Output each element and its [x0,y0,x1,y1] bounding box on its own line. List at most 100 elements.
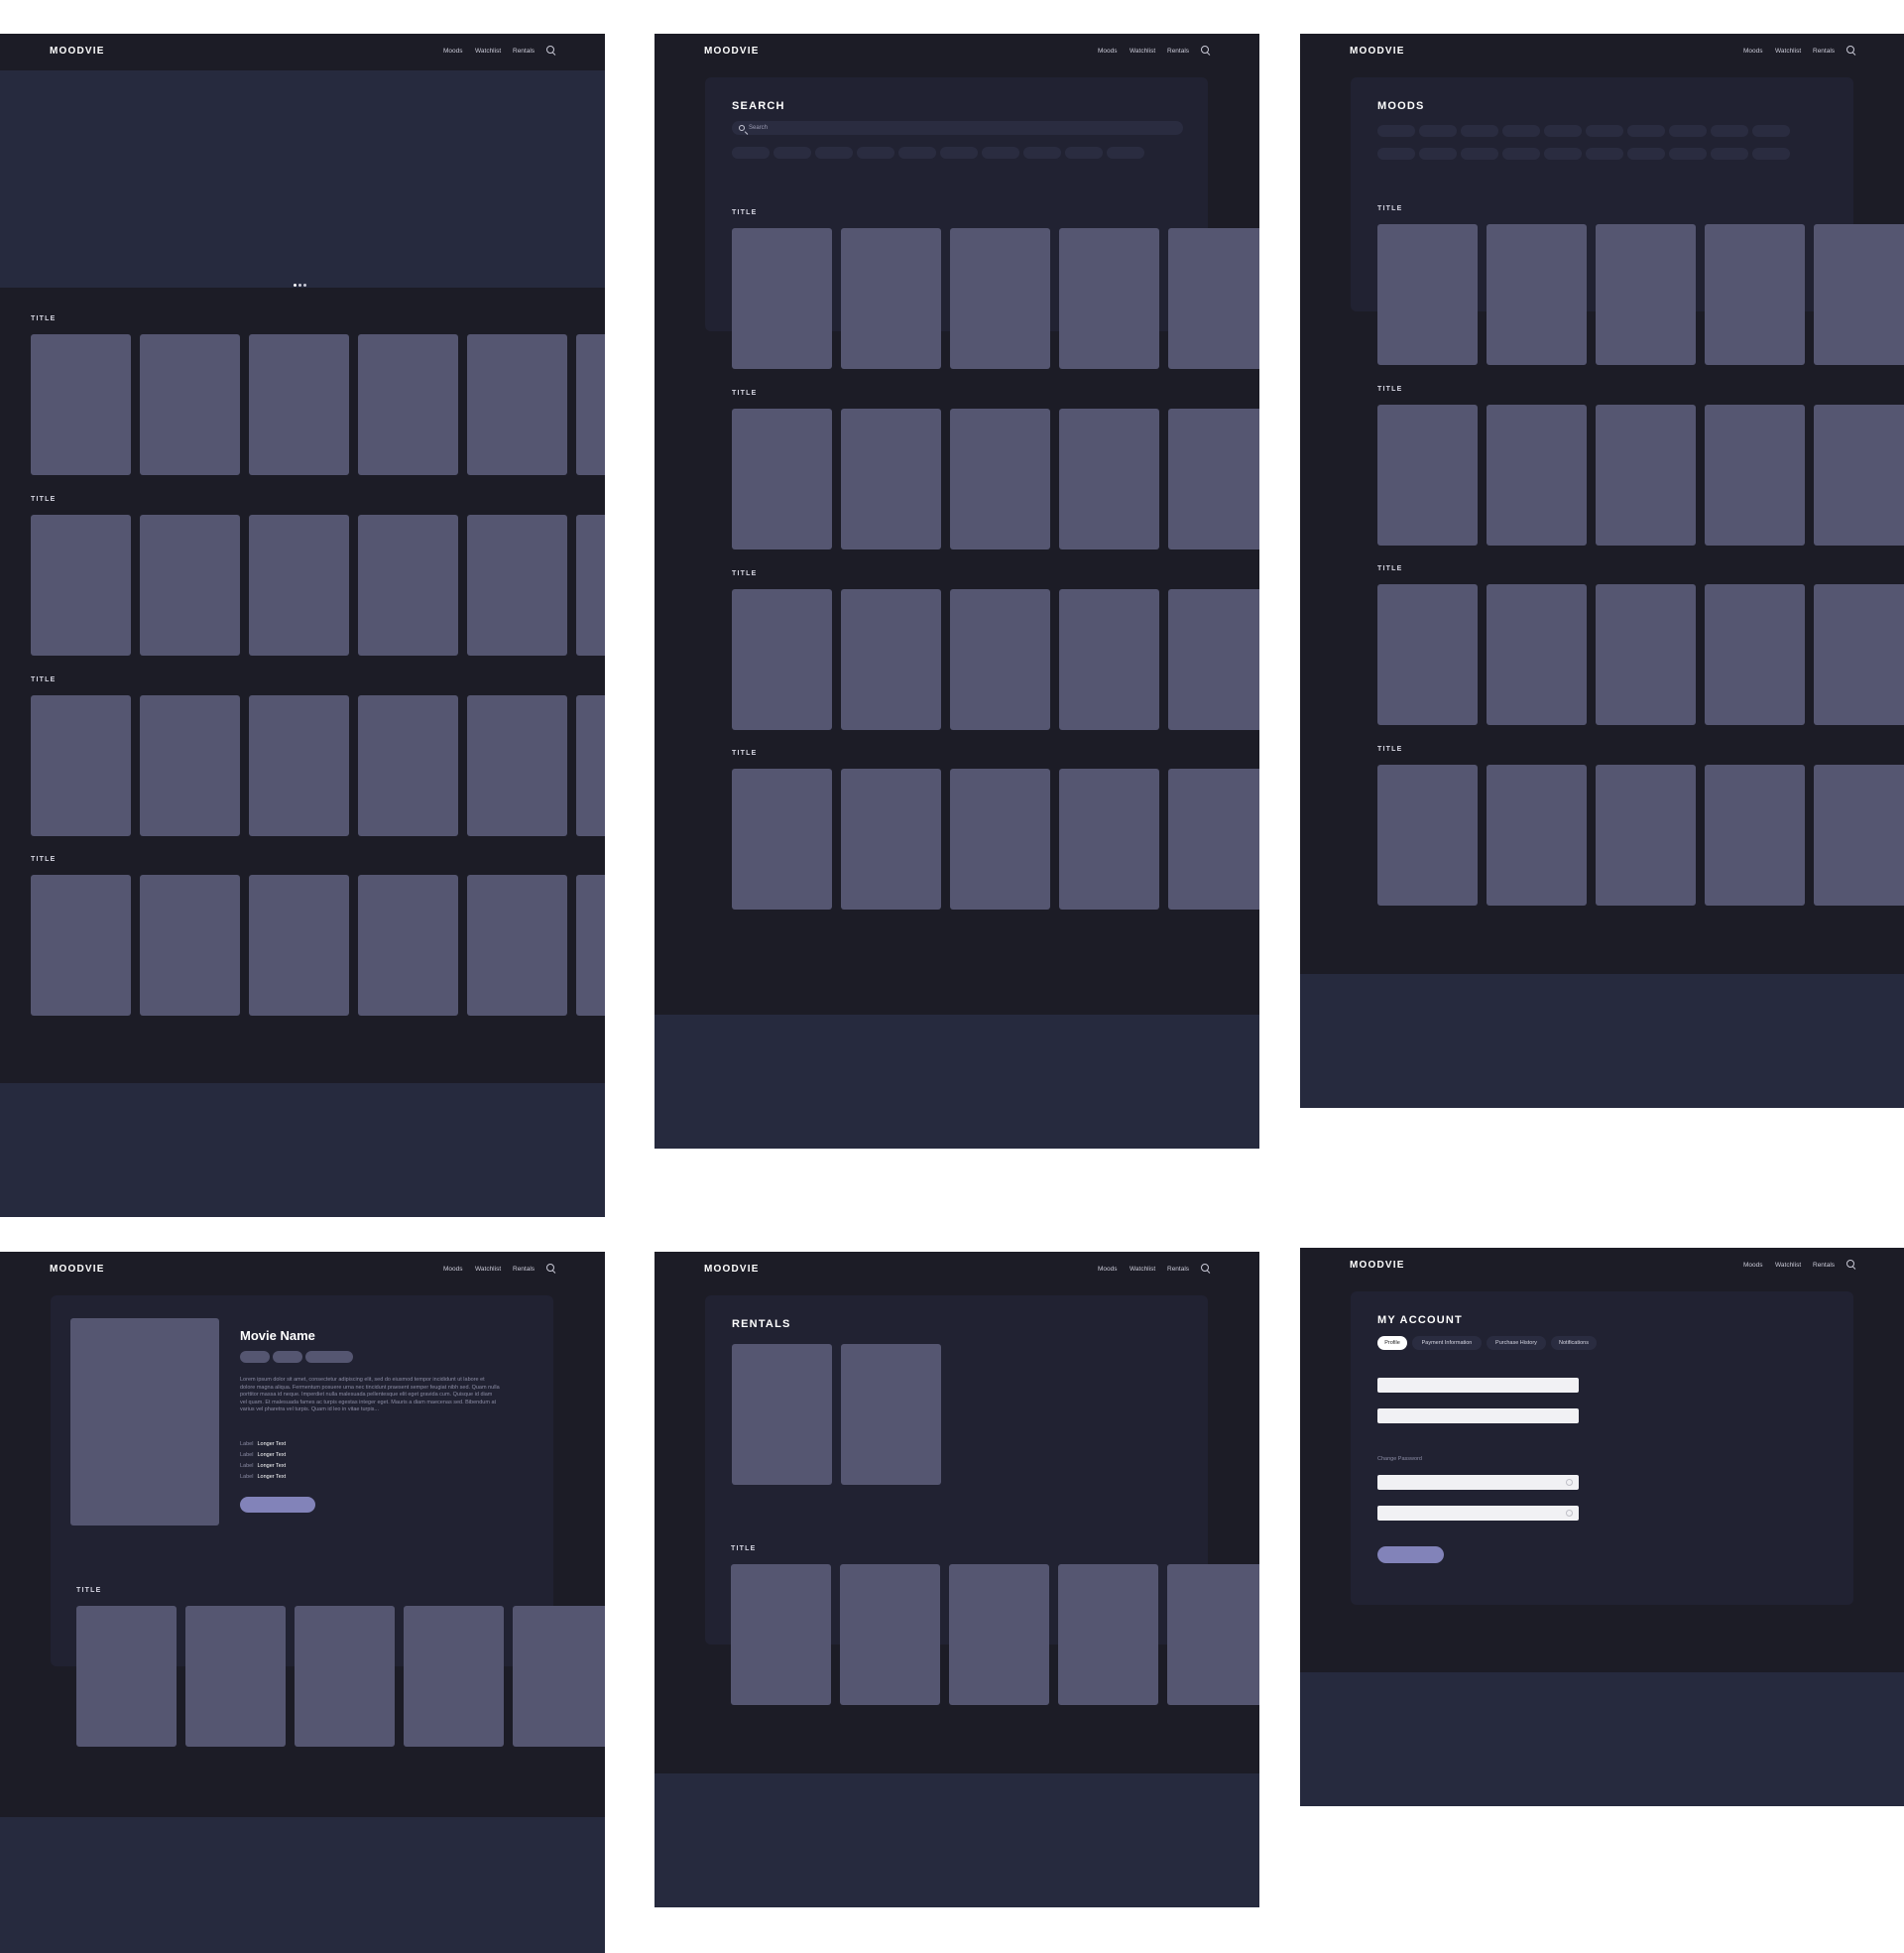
nav-link-rentals[interactable]: Rentals [1167,48,1189,55]
movie-card[interactable] [732,228,832,369]
mood-pill[interactable] [1711,148,1748,160]
tab-payment-information[interactable]: Payment Information [1412,1336,1482,1350]
movie-card[interactable] [731,1564,831,1705]
movie-card[interactable] [1596,765,1696,906]
carousel-dot[interactable] [294,284,297,287]
mood-pill[interactable] [1419,125,1457,137]
search-icon[interactable] [1201,1264,1209,1272]
movie-card[interactable] [467,875,567,1016]
movie-card[interactable] [950,409,1050,549]
profile-field[interactable] [1377,1408,1579,1423]
nav-link-watchlist[interactable]: Watchlist [475,1266,501,1273]
nav-link-moods[interactable]: Moods [443,1266,463,1273]
movie-card[interactable] [1487,584,1587,725]
logo[interactable]: MOODVIE [50,46,105,57]
search-icon[interactable] [546,46,554,54]
movie-card[interactable] [1059,228,1159,369]
movie-card[interactable] [1487,224,1587,365]
mood-pill[interactable] [1752,125,1790,137]
rental-card[interactable] [732,1344,832,1485]
mood-pill[interactable] [1544,125,1582,137]
search-input[interactable]: Search [732,121,1183,135]
movie-card[interactable] [950,769,1050,910]
logo[interactable]: MOODVIE [704,46,760,57]
tab-purchase-history[interactable]: Purchase History [1487,1336,1546,1350]
movie-card[interactable] [949,1564,1049,1705]
movie-card[interactable] [358,875,458,1016]
movie-card[interactable] [576,515,605,656]
movie-card[interactable] [1059,769,1159,910]
genre-tag[interactable] [305,1351,353,1363]
movie-card[interactable] [1814,584,1904,725]
movie-card[interactable] [1705,224,1805,365]
movie-card[interactable] [841,228,941,369]
mood-pill[interactable] [1627,125,1665,137]
filter-pill[interactable] [732,147,770,159]
mood-pill[interactable] [1752,148,1790,160]
movie-card[interactable] [1168,228,1259,369]
movie-card[interactable] [185,1606,286,1747]
movie-card[interactable] [513,1606,605,1747]
movie-card[interactable] [295,1606,395,1747]
movie-card[interactable] [31,875,131,1016]
mood-pill[interactable] [1711,125,1748,137]
rent-button[interactable] [240,1497,315,1513]
logo[interactable]: MOODVIE [50,1264,105,1275]
save-button[interactable] [1377,1546,1444,1563]
movie-card[interactable] [1377,765,1478,906]
movie-card[interactable] [249,875,349,1016]
mood-pill[interactable] [1502,125,1540,137]
logo[interactable]: MOODVIE [704,1264,760,1275]
movie-card[interactable] [1377,405,1478,546]
movie-card[interactable] [840,1564,940,1705]
movie-card[interactable] [1059,409,1159,549]
mood-pill[interactable] [1669,148,1707,160]
movie-card[interactable] [249,334,349,475]
nav-link-moods[interactable]: Moods [1098,1266,1118,1273]
movie-card[interactable] [576,334,605,475]
movie-card[interactable] [1487,405,1587,546]
nav-link-rentals[interactable]: Rentals [513,48,535,55]
filter-pill[interactable] [1107,147,1144,159]
mood-pill[interactable] [1377,148,1415,160]
confirm-password-field[interactable] [1377,1506,1579,1521]
nav-link-watchlist[interactable]: Watchlist [1130,48,1155,55]
carousel-dot[interactable] [298,284,301,287]
movie-card[interactable] [1168,409,1259,549]
mood-pill[interactable] [1627,148,1665,160]
logo[interactable]: MOODVIE [1350,46,1405,57]
movie-card[interactable] [1167,1564,1259,1705]
eye-icon[interactable] [1566,1479,1573,1486]
nav-link-watchlist[interactable]: Watchlist [1130,1266,1155,1273]
nav-link-moods[interactable]: Moods [1743,48,1763,55]
nav-link-moods[interactable]: Moods [443,48,463,55]
movie-card[interactable] [358,695,458,836]
movie-card[interactable] [1596,584,1696,725]
tab-notifications[interactable]: Notifications [1551,1336,1597,1350]
movie-card[interactable] [1377,584,1478,725]
filter-pill[interactable] [815,147,853,159]
movie-card[interactable] [1168,589,1259,730]
nav-link-moods[interactable]: Moods [1098,48,1118,55]
movie-card[interactable] [732,769,832,910]
movie-card[interactable] [732,409,832,549]
movie-card[interactable] [140,334,240,475]
nav-link-watchlist[interactable]: Watchlist [1775,1262,1801,1269]
movie-card[interactable] [358,334,458,475]
movie-card[interactable] [732,589,832,730]
hero-banner[interactable] [0,70,605,288]
carousel-dot[interactable] [303,284,306,287]
nav-link-watchlist[interactable]: Watchlist [475,48,501,55]
movie-card[interactable] [140,695,240,836]
movie-card[interactable] [1377,224,1478,365]
movie-card[interactable] [1814,405,1904,546]
movie-card[interactable] [1814,224,1904,365]
password-field[interactable] [1377,1475,1579,1490]
nav-link-rentals[interactable]: Rentals [513,1266,535,1273]
movie-card[interactable] [950,228,1050,369]
movie-card[interactable] [31,515,131,656]
movie-card[interactable] [950,589,1050,730]
nav-link-moods[interactable]: Moods [1743,1262,1763,1269]
movie-card[interactable] [576,695,605,836]
mood-pill[interactable] [1669,125,1707,137]
